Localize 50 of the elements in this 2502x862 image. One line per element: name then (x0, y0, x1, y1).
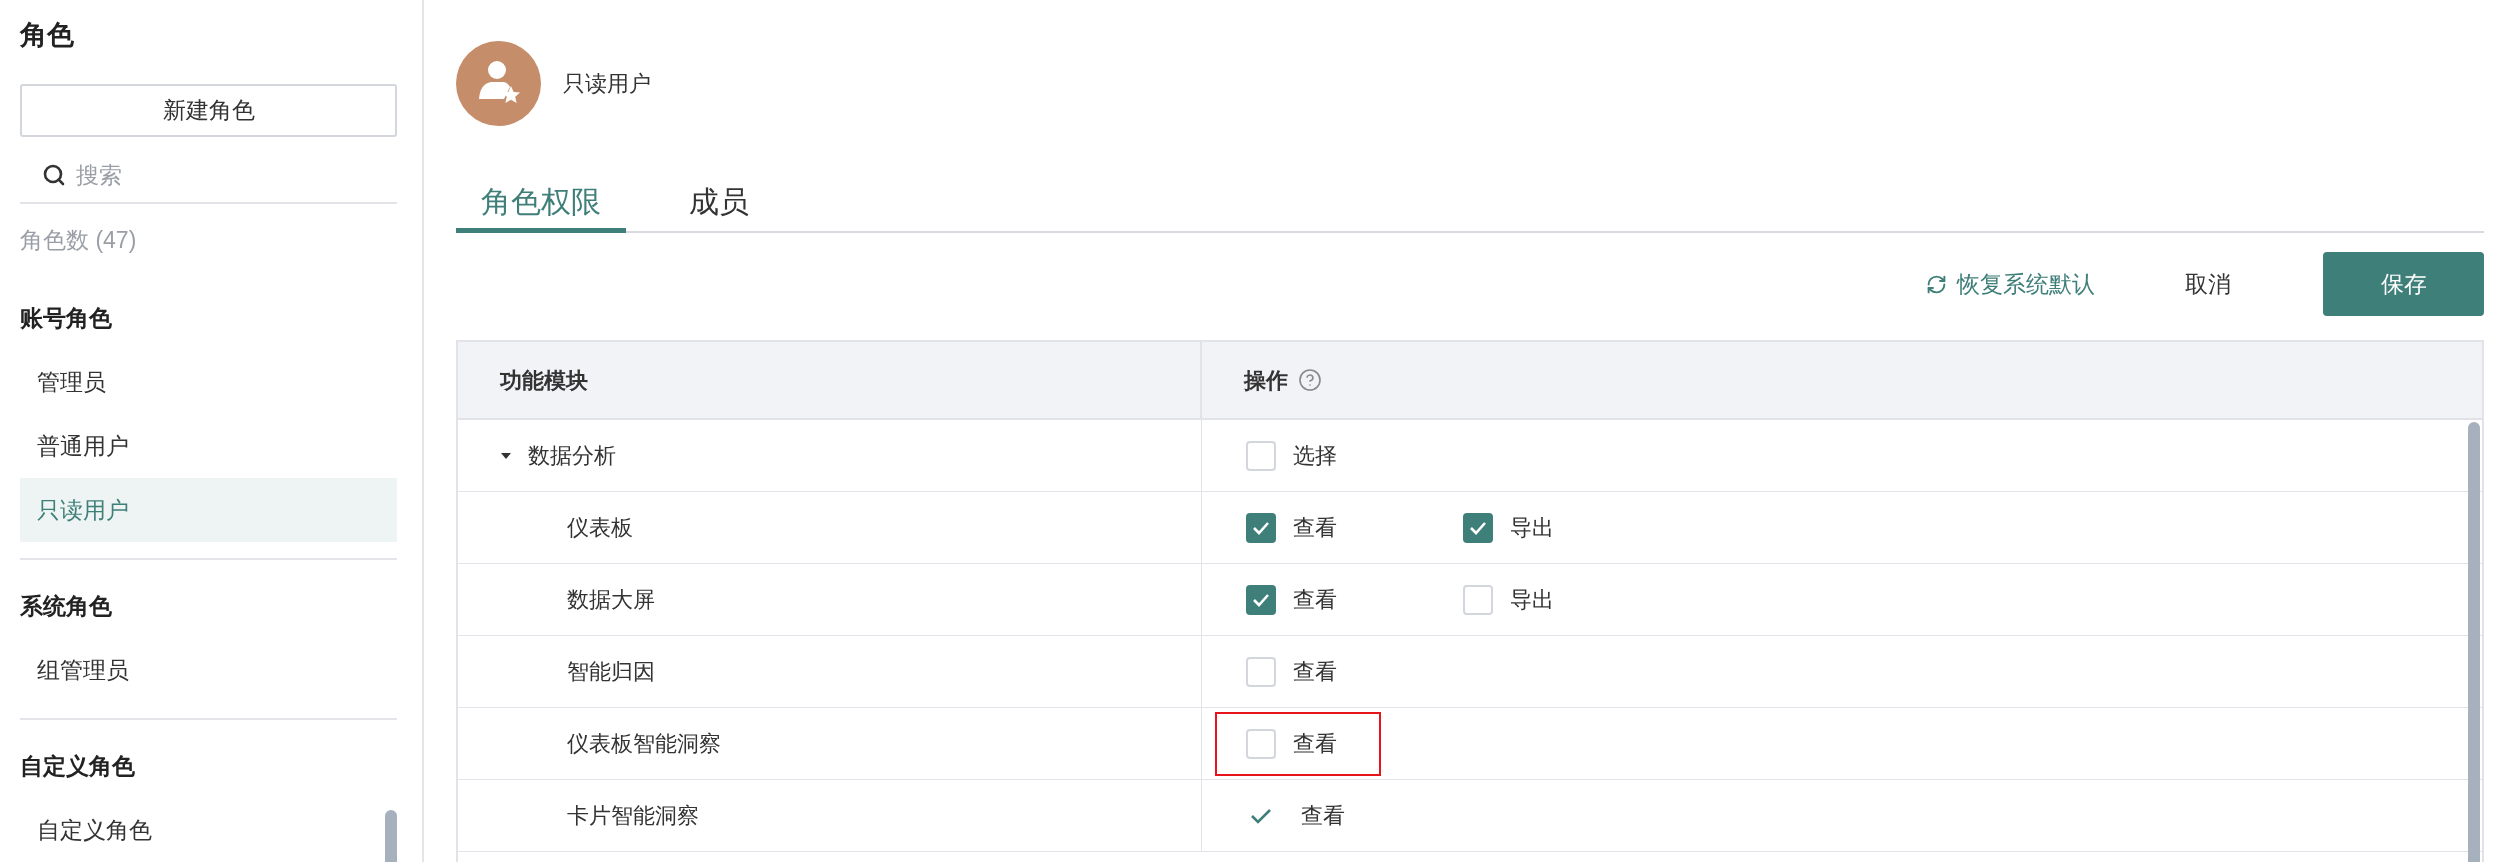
help-icon[interactable] (1298, 368, 1322, 392)
checkbox[interactable] (1463, 584, 1493, 615)
role-name: 只读用户 (563, 70, 651, 98)
checkbox[interactable] (1463, 512, 1493, 543)
check-icon (1252, 520, 1270, 535)
role-item[interactable]: 管理员 (20, 350, 370, 414)
option-label: 导出 (1510, 514, 1554, 542)
tab[interactable]: 角色权限 (456, 178, 626, 233)
module-name: 卡片智能洞察 (567, 802, 699, 830)
sidebar-title: 角色 (20, 19, 75, 52)
option-label: 导出 (1510, 586, 1554, 614)
scrollbar-thumb[interactable] (2468, 422, 2480, 862)
role-item[interactable]: 只读用户 (20, 478, 397, 542)
option-label: 查看 (1293, 586, 1337, 614)
search-icon (42, 163, 66, 188)
checkbox[interactable] (1246, 656, 1276, 687)
module-name: 智能归因 (567, 658, 655, 686)
restore-defaults-link[interactable]: 恢复系统默认 (1926, 266, 2095, 302)
checkbox[interactable] (1246, 728, 1276, 759)
option-label: 查看 (1293, 514, 1337, 542)
role-item[interactable]: 自定义角色 (20, 798, 370, 862)
module-name: 仪表板智能洞察 (567, 730, 721, 758)
checkbox[interactable] (1246, 584, 1276, 615)
option-label: 查看 (1293, 730, 1337, 758)
role-item[interactable]: 普通用户 (20, 414, 370, 478)
group-heading: 系统角色 (20, 591, 113, 621)
cancel-button[interactable]: 取消 (2185, 266, 2231, 302)
column-header: 操作 (1244, 366, 1288, 395)
scrollbar-thumb[interactable] (385, 810, 397, 862)
refresh-icon (1926, 273, 1947, 295)
option-label: 选择 (1293, 442, 1337, 470)
group-heading: 自定义角色 (20, 751, 136, 781)
module-name: 数据大屏 (567, 586, 655, 614)
check-icon (1469, 520, 1487, 535)
save-button[interactable]: 保存 (2323, 252, 2484, 316)
option-label: 查看 (1301, 802, 1345, 830)
checkbox[interactable] (1246, 440, 1276, 471)
role-count: 角色数 (47) (20, 226, 138, 255)
tab[interactable]: 成员 (664, 178, 774, 233)
checkbox[interactable] (1246, 512, 1276, 543)
new-role-button[interactable]: 新建角色 (20, 84, 397, 137)
module-name: 仪表板 (567, 514, 633, 542)
column-header: 功能模块 (500, 366, 588, 395)
module-name: 数据分析 (528, 442, 616, 470)
check-icon (1252, 592, 1270, 607)
search-field[interactable]: 搜索 (76, 158, 276, 193)
avatar-icon (456, 41, 541, 126)
group-heading: 账号角色 (20, 303, 113, 333)
role-item[interactable]: 组管理员 (20, 638, 370, 702)
option-label: 查看 (1293, 658, 1337, 686)
